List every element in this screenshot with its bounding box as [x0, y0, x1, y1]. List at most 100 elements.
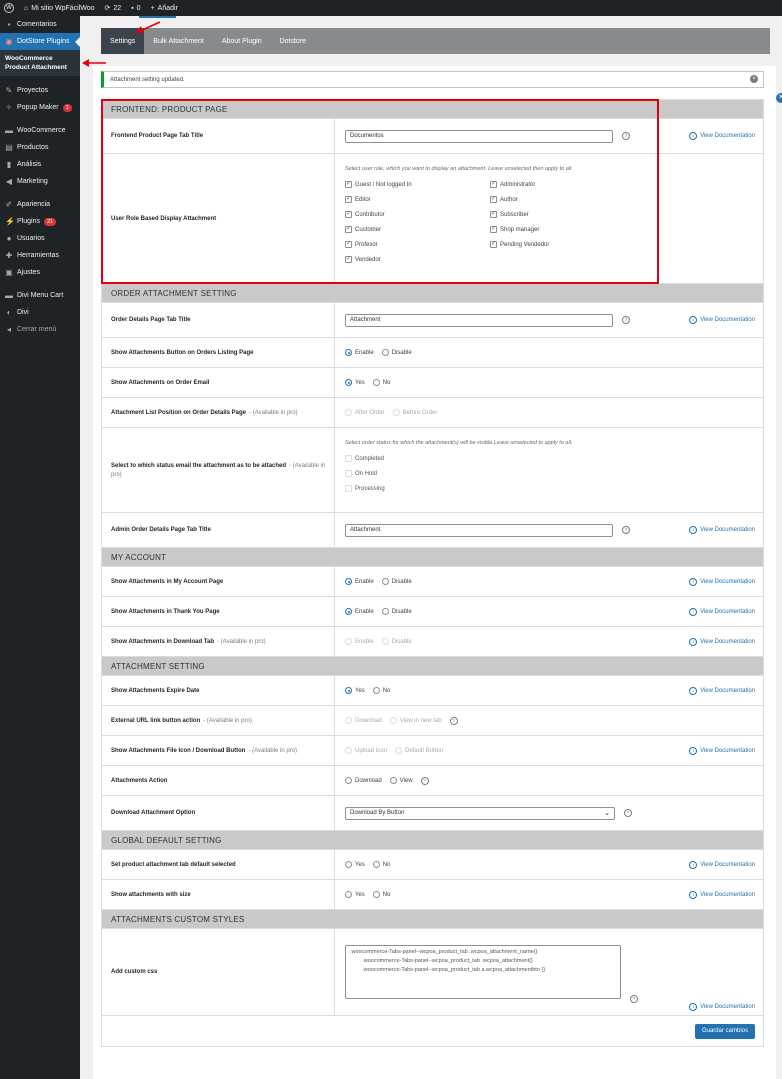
- view-documentation-link[interactable]: i View Documentation: [689, 577, 755, 586]
- close-circle-icon[interactable]: ✕: [776, 93, 782, 103]
- help-icon[interactable]: ?: [624, 809, 632, 817]
- radio-circle[interactable]: [345, 777, 352, 784]
- sidebar-subitem-product-attachment[interactable]: WooCommerce Product Attachment: [0, 50, 80, 76]
- help-icon[interactable]: ?: [622, 526, 630, 534]
- radio-enable[interactable]: Enable: [345, 349, 374, 356]
- sidebar-item-apariencia[interactable]: ✐ Apariencia: [0, 196, 80, 213]
- view-documentation-link[interactable]: i View Documentation: [689, 526, 755, 534]
- radio-yes[interactable]: Yes: [345, 379, 365, 386]
- custom-css-textarea[interactable]: .woocommerce-Tabs-panel--wcpoa_product_t…: [345, 945, 621, 999]
- sidebar-item-productos[interactable]: ▤ Productos: [0, 139, 80, 156]
- add-new-link[interactable]: + Añadir: [151, 5, 178, 12]
- radio-enable[interactable]: Enable: [345, 578, 374, 585]
- radio-view[interactable]: View: [389, 777, 413, 784]
- tab-about-plugin[interactable]: About Plugin: [213, 28, 271, 54]
- radio-circle[interactable]: [372, 379, 380, 386]
- radio-circle[interactable]: [389, 777, 397, 784]
- radio-no[interactable]: No: [372, 891, 390, 898]
- radio-circle[interactable]: [345, 409, 352, 416]
- radio-circle[interactable]: [345, 687, 352, 694]
- help-icon[interactable]: ?: [630, 995, 638, 1003]
- view-documentation-link[interactable]: i View Documentation: [689, 860, 755, 869]
- sidebar-item-divi[interactable]: ◐ Divi: [0, 304, 80, 321]
- sidebar-item-ajustes[interactable]: ▣ Ajustes: [0, 264, 80, 281]
- view-documentation-link[interactable]: i View Documentation: [689, 890, 755, 899]
- radio-circle[interactable]: [345, 578, 352, 585]
- radio-enable[interactable]: Enable: [345, 608, 374, 615]
- radio-circle[interactable]: [345, 638, 352, 645]
- radio-circle[interactable]: [345, 891, 352, 898]
- sidebar-item-analisis[interactable]: ▮ Análisis: [0, 156, 80, 173]
- view-documentation-link[interactable]: i View Documentation: [689, 686, 755, 695]
- radio-circle[interactable]: [381, 349, 389, 356]
- save-button[interactable]: Guardar cambios: [694, 1024, 755, 1039]
- radio-disable[interactable]: Disable: [381, 578, 412, 585]
- radio-disable[interactable]: Disable: [381, 608, 412, 615]
- radio-disable[interactable]: Disable: [381, 349, 412, 356]
- radio-circle[interactable]: [345, 747, 352, 754]
- radio-circle[interactable]: [345, 379, 352, 386]
- download-option-select[interactable]: Download By Button ⌄: [345, 806, 615, 820]
- radio-yes[interactable]: Yes: [345, 687, 365, 694]
- radio-circle[interactable]: [392, 409, 400, 416]
- radio-no[interactable]: No: [372, 379, 390, 386]
- radio-circle[interactable]: [372, 861, 380, 868]
- site-name-link[interactable]: ⌂ Mi sitio WpFácilWoo: [24, 5, 95, 12]
- order-tab-title-input[interactable]: Attachment: [345, 313, 613, 327]
- view-documentation-link[interactable]: i View Documentation: [689, 316, 755, 324]
- radio-view-new-tab[interactable]: View in new tab: [389, 717, 442, 724]
- radio-circle[interactable]: [381, 608, 389, 615]
- checkbox[interactable]: [345, 455, 352, 462]
- sidebar-collapse-menu[interactable]: ◂ Cerrar menú: [0, 321, 80, 338]
- comments-link[interactable]: ▪ 0: [131, 5, 140, 12]
- checkbox[interactable]: [345, 485, 352, 492]
- radio-no[interactable]: No: [372, 861, 390, 868]
- status-on-hold[interactable]: On Hold: [345, 466, 763, 481]
- admin-tab-title-input[interactable]: Attachment: [345, 523, 613, 537]
- view-documentation-link[interactable]: i View Documentation: [689, 132, 755, 140]
- radio-circle[interactable]: [381, 638, 389, 645]
- sidebar-item-divi-menu-cart[interactable]: ▬ Divi Menu Cart: [0, 287, 80, 304]
- radio-circle[interactable]: [381, 578, 389, 585]
- updates-link[interactable]: ⟳ 22: [105, 4, 122, 13]
- sidebar-item-comentarios[interactable]: ▪ Comentarios: [0, 16, 80, 33]
- help-icon[interactable]: ?: [622, 316, 630, 324]
- radio-enable[interactable]: Enable: [345, 638, 374, 645]
- sidebar-item-proyectos[interactable]: ✎ Proyectos: [0, 82, 80, 99]
- checkbox[interactable]: [345, 470, 352, 477]
- sidebar-item-plugins[interactable]: ⚡ Plugins 21: [0, 213, 80, 230]
- radio-circle[interactable]: [395, 747, 403, 754]
- status-processing[interactable]: Processing: [345, 481, 763, 496]
- status-completed[interactable]: Completed: [345, 451, 763, 466]
- help-icon[interactable]: ?: [420, 776, 429, 785]
- radio-download[interactable]: Download: [345, 777, 382, 784]
- view-documentation-link[interactable]: i View Documentation: [689, 607, 755, 616]
- wordpress-logo-icon[interactable]: W: [4, 3, 14, 13]
- radio-circle[interactable]: [345, 608, 352, 615]
- view-documentation-link[interactable]: i View Documentation: [689, 637, 755, 646]
- sidebar-item-herramientas[interactable]: ✚ Herramientas: [0, 247, 80, 264]
- view-documentation-link[interactable]: i View Documentation: [689, 746, 755, 755]
- radio-circle[interactable]: [345, 349, 352, 356]
- radio-after-order[interactable]: After Order: [345, 409, 385, 416]
- sidebar-item-popup-maker[interactable]: ✧ Popup Maker 1: [0, 99, 80, 116]
- radio-no[interactable]: No: [372, 687, 390, 694]
- radio-circle[interactable]: [372, 891, 380, 898]
- radio-disable[interactable]: Disable: [381, 638, 412, 645]
- radio-download[interactable]: Download: [345, 717, 382, 724]
- radio-circle[interactable]: [389, 717, 397, 724]
- sidebar-item-usuarios[interactable]: ● Usuarios: [0, 230, 80, 247]
- sidebar-item-dotstore[interactable]: ◉ DotStore Plugins: [0, 33, 80, 50]
- tab-dotstore[interactable]: Dotstore: [271, 28, 315, 54]
- radio-upload-icon[interactable]: Upload Icon: [345, 747, 387, 754]
- radio-default-button[interactable]: Default Button: [395, 747, 443, 754]
- dismiss-icon[interactable]: ×: [750, 75, 758, 83]
- radio-circle[interactable]: [345, 717, 352, 724]
- radio-circle[interactable]: [372, 687, 380, 694]
- radio-before-order[interactable]: Before Order: [392, 409, 437, 416]
- sidebar-item-woocommerce[interactable]: ▬ WooCommerce: [0, 122, 80, 139]
- sidebar-item-marketing[interactable]: ◀ Marketing: [0, 173, 80, 190]
- view-documentation-link[interactable]: i View Documentation: [689, 1003, 755, 1011]
- radio-yes[interactable]: Yes: [345, 891, 365, 898]
- help-icon[interactable]: ?: [449, 716, 458, 725]
